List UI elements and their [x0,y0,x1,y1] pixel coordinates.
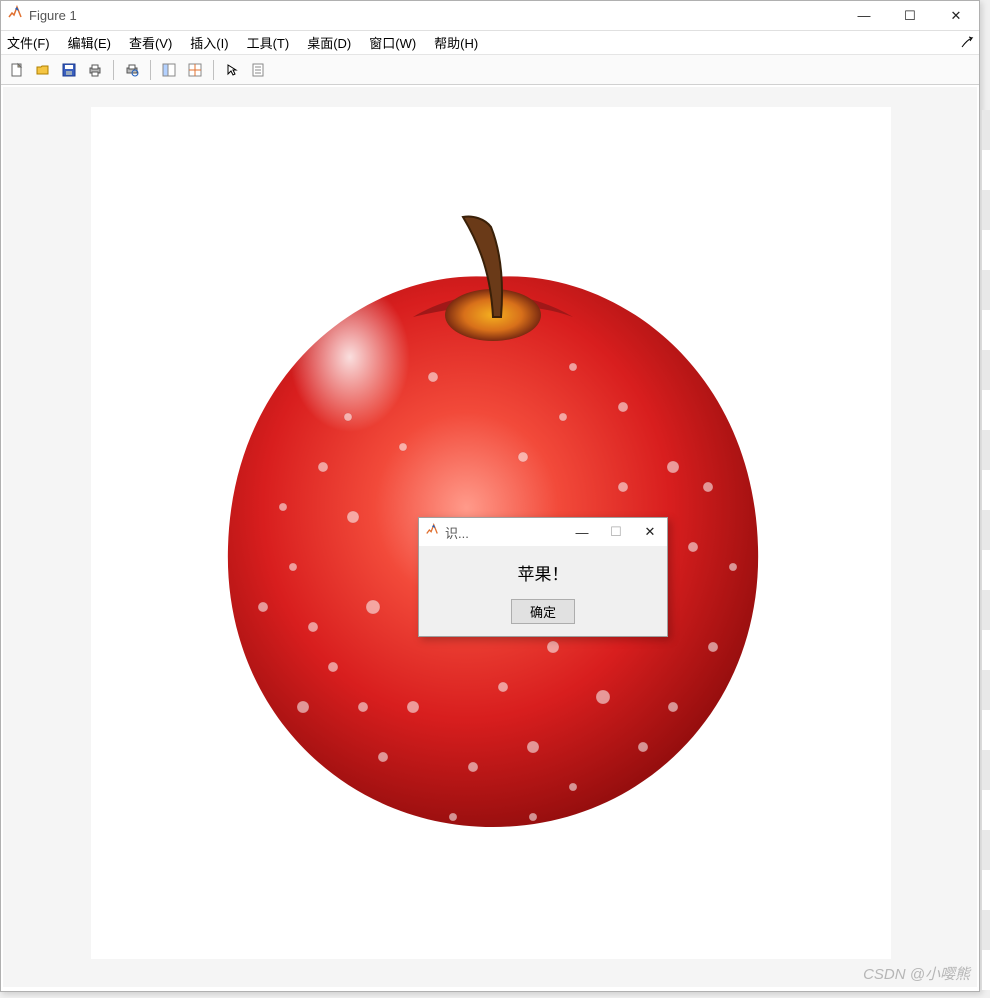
dialog-body: 苹果！ 确定 [419,546,667,636]
titlebar[interactable]: Figure 1 — ☐ ✕ [1,1,979,31]
ok-button[interactable]: 确定 [511,599,575,624]
dialog-close-button[interactable]: ✕ [633,518,667,546]
menu-edit[interactable]: 编辑(E) [68,33,111,52]
print-icon[interactable] [83,58,107,82]
window-title: Figure 1 [29,8,77,23]
link-icon[interactable] [157,58,181,82]
menu-desktop[interactable]: 桌面(D) [307,33,351,52]
save-icon[interactable] [57,58,81,82]
close-button[interactable]: ✕ [933,1,979,31]
toolbar [1,55,979,85]
menu-tools[interactable]: 工具(T) [247,33,290,52]
menu-help[interactable]: 帮助(H) [434,33,478,52]
matlab-icon [425,523,439,542]
new-icon[interactable] [5,58,29,82]
dock-arrow-icon[interactable] [959,35,975,51]
inspector-icon[interactable] [246,58,270,82]
menu-insert[interactable]: 插入(I) [190,33,228,52]
message-dialog: 识... — ☐ ✕ 苹果！ 确定 [418,517,668,637]
cursor-icon[interactable] [220,58,244,82]
matlab-icon [7,5,23,26]
toolbar-separator [213,60,214,80]
figure-window: Figure 1 — ☐ ✕ 文件(F) 编辑(E) 查看(V) 插入(I) 工… [0,0,980,992]
menu-window[interactable]: 窗口(W) [369,33,416,52]
layout-icon[interactable] [183,58,207,82]
open-icon[interactable] [31,58,55,82]
figure-canvas: 识... — ☐ ✕ 苹果！ 确定 [3,87,977,987]
dialog-maximize-button: ☐ [599,518,633,546]
print-preview-icon[interactable] [120,58,144,82]
menu-file[interactable]: 文件(F) [7,33,50,52]
dialog-title: 识... [445,523,469,542]
menu-view[interactable]: 查看(V) [129,33,172,52]
dialog-minimize-button[interactable]: — [565,518,599,546]
page-edge-decoration [982,110,990,990]
menubar: 文件(F) 编辑(E) 查看(V) 插入(I) 工具(T) 桌面(D) 窗口(W… [1,31,979,55]
dialog-message: 苹果！ [429,560,657,585]
watermark: CSDN @小嘤熊 [863,963,970,984]
toolbar-separator [150,60,151,80]
maximize-button[interactable]: ☐ [887,1,933,31]
dialog-titlebar[interactable]: 识... — ☐ ✕ [419,518,667,546]
minimize-button[interactable]: — [841,1,887,31]
toolbar-separator [113,60,114,80]
